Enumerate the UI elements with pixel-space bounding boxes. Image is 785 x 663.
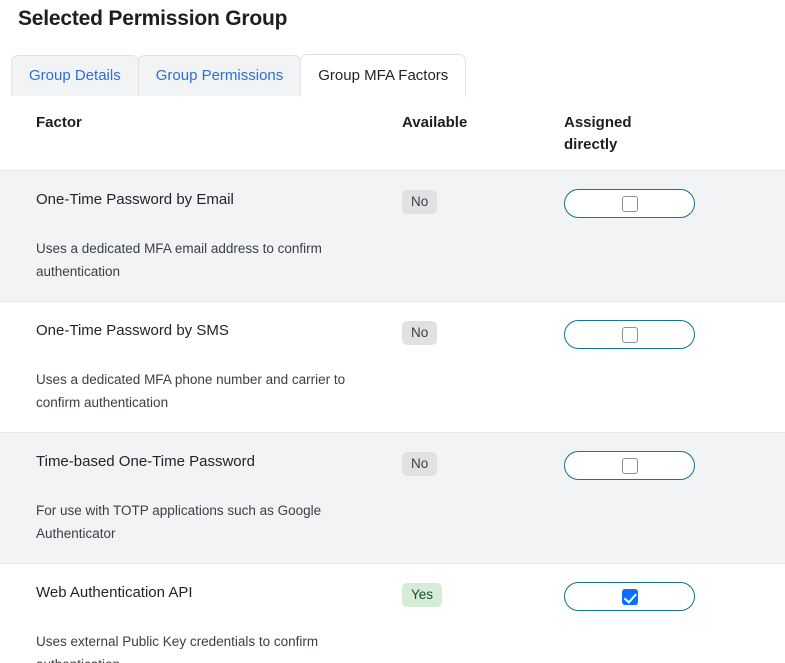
checkbox-unchecked-icon[interactable] (621, 457, 638, 474)
factor-description: Uses a dedicated MFA email address to co… (36, 241, 322, 279)
cell-assigned-directly (564, 320, 785, 414)
availability-badge: Yes (402, 583, 443, 607)
page-title: Selected Permission Group (18, 7, 288, 30)
assigned-directly-checkbox-control[interactable] (564, 451, 695, 480)
tab-group-permissions[interactable]: Group Permissions (137, 55, 302, 96)
cell-assigned-directly (564, 582, 785, 663)
checkbox-unchecked-icon[interactable] (621, 326, 638, 343)
cell-available: No (402, 451, 564, 545)
cell-factor: Web Authentication API Uses external Publ… (0, 582, 402, 663)
checkbox-checked-icon[interactable] (621, 588, 638, 605)
table-row: Web Authentication API Uses external Publ… (0, 563, 785, 663)
cell-available: No (402, 189, 564, 283)
factor-description: For use with TOTP applications such as G… (36, 503, 322, 541)
table-row: One-Time Password by Email Uses a dedicat… (0, 170, 785, 301)
checkbox-unchecked-icon[interactable] (621, 195, 638, 212)
factor-description: Uses external Public Key credentials to … (36, 634, 319, 663)
cell-factor: Time-based One-Time Password For use with… (0, 451, 402, 545)
availability-badge: No (402, 321, 438, 345)
permission-group-page: Selected Permission Group Group Details G… (0, 0, 785, 663)
cell-assigned-directly (564, 451, 785, 545)
cell-factor: One-Time Password by Email Uses a dedicat… (0, 189, 402, 283)
tab-group-mfa-factors[interactable]: Group MFA Factors (300, 54, 467, 97)
mfa-factors-table: Factor Available Assigned directly One-Ti… (0, 96, 785, 663)
cell-factor: One-Time Password by SMS Uses a dedicated… (0, 320, 402, 414)
tab-bar: Group Details Group Permissions Group MFA … (11, 54, 467, 97)
assigned-directly-checkbox-control[interactable] (564, 320, 695, 349)
table-body: One-Time Password by Email Uses a dedicat… (0, 170, 785, 663)
column-header-assigned-directly: Assigned directly (564, 114, 632, 153)
factor-name: One-Time Password by SMS (36, 322, 229, 339)
factor-name: One-Time Password by Email (36, 191, 234, 208)
availability-badge: No (402, 190, 438, 214)
factor-description: Uses a dedicated MFA phone number and ca… (36, 372, 346, 410)
table-header-row: Factor Available Assigned directly (0, 96, 785, 170)
assigned-directly-checkbox-control[interactable] (564, 582, 695, 611)
column-header-available: Available (402, 114, 468, 131)
cell-assigned-directly (564, 189, 785, 283)
column-header-factor: Factor (36, 114, 82, 131)
tab-group-details[interactable]: Group Details (11, 55, 139, 96)
availability-badge: No (402, 452, 438, 476)
cell-available: Yes (402, 582, 564, 663)
table-row: Time-based One-Time Password For use with… (0, 432, 785, 563)
assigned-directly-checkbox-control[interactable] (564, 189, 695, 218)
factor-name: Web Authentication API (36, 584, 193, 601)
table-row: One-Time Password by SMS Uses a dedicated… (0, 301, 785, 432)
factor-name: Time-based One-Time Password (36, 453, 255, 470)
cell-available: No (402, 320, 564, 414)
